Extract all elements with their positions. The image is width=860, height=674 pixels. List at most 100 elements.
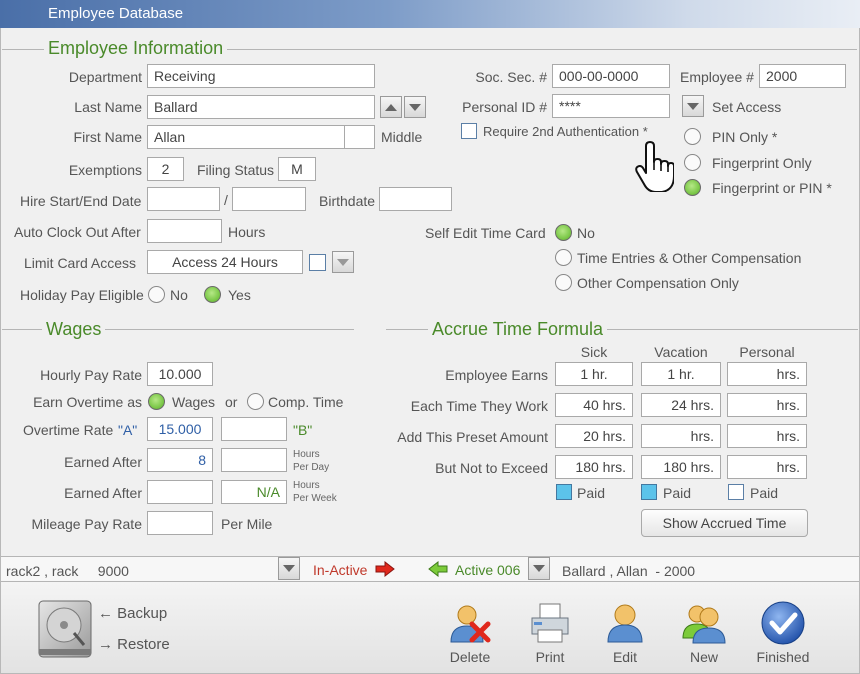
accrue-sick-field[interactable]: 40 hrs.: [555, 393, 633, 417]
require-2nd-auth-checkbox[interactable]: [461, 123, 477, 139]
chevron-down-icon: [687, 102, 699, 110]
accrue-vacation-field[interactable]: hrs.: [641, 424, 721, 448]
arrow-up-icon: [385, 103, 397, 111]
hire-end-field[interactable]: [232, 187, 306, 211]
arrow-right-icon[interactable]: [375, 561, 395, 577]
first-name-label: First Name: [73, 129, 142, 145]
personal-id-field[interactable]: ****: [552, 94, 670, 118]
ssn-label: Soc. Sec. #: [475, 69, 547, 85]
holiday-yes-label: Yes: [228, 287, 251, 303]
arrow-left-icon[interactable]: [428, 561, 448, 577]
backup-button[interactable]: ← Backup: [98, 605, 167, 623]
paid-label: Paid: [750, 485, 779, 501]
print-button[interactable]: Print: [520, 602, 580, 665]
auth-option-label: Fingerprint or PIN *: [712, 180, 832, 196]
printer-icon: [531, 603, 569, 643]
restore-label: Restore: [117, 636, 170, 653]
department-field[interactable]: Receiving: [147, 64, 375, 88]
hourly-rate-field[interactable]: 10.000: [147, 362, 213, 386]
hire-date-separator: /: [224, 192, 228, 208]
birthdate-field[interactable]: [379, 187, 452, 211]
edit-user-icon: [607, 604, 643, 643]
earned-after-week-a-field[interactable]: [147, 480, 213, 504]
first-name-field[interactable]: Allan: [147, 125, 345, 149]
hand-pointer-icon: [635, 141, 674, 192]
auth-fingerprint-or-pin-radio[interactable]: [684, 179, 701, 196]
auto-clock-hours-label: Hours: [228, 224, 266, 240]
overtime-comp-time-radio[interactable]: [247, 393, 264, 410]
accrue-personal-field[interactable]: hrs.: [727, 455, 807, 479]
hours-per-week-label: Hours: [293, 480, 320, 491]
holiday-no-radio[interactable]: [148, 286, 165, 303]
status-left-dropdown[interactable]: [278, 557, 300, 580]
accrue-row-label: Employee Earns: [445, 367, 548, 383]
accrue-sick-field[interactable]: 20 hrs.: [555, 424, 633, 448]
accrue-vacation-field[interactable]: 180 hrs.: [641, 455, 721, 479]
employee-number-field[interactable]: 2000: [759, 64, 846, 88]
set-access-dropdown[interactable]: [682, 95, 704, 117]
auth-fingerprint-only-radio[interactable]: [684, 154, 701, 171]
overtime-wages-radio[interactable]: [148, 393, 165, 410]
accrue-personal-field[interactable]: hrs.: [727, 393, 807, 417]
limit-card-access-checkbox[interactable]: [309, 254, 326, 271]
earned-after-day-a-field[interactable]: 8: [147, 448, 213, 472]
require-2nd-auth-label: Require 2nd Authentication *: [483, 124, 648, 139]
overtime-or-label: or: [225, 394, 238, 410]
delete-button[interactable]: Delete: [440, 602, 500, 665]
backup-label: Backup: [117, 605, 168, 622]
mileage-rate-field[interactable]: [147, 511, 213, 535]
record-up-button[interactable]: [380, 96, 402, 118]
accrue-row-label: Add This Preset Amount: [397, 429, 548, 445]
filing-status-field[interactable]: M: [278, 157, 316, 181]
accrue-vacation-field[interactable]: 24 hrs.: [641, 393, 721, 417]
edit-button[interactable]: Edit: [595, 602, 655, 665]
accrue-row-label: But Not to Exceed: [435, 460, 548, 476]
self-edit-time-entries-radio[interactable]: [555, 249, 572, 266]
hourly-rate-label: Hourly Pay Rate: [40, 367, 142, 383]
limit-card-access-dropdown[interactable]: [332, 251, 354, 273]
finished-label: Finished: [756, 649, 810, 665]
new-button[interactable]: New: [674, 602, 734, 665]
last-name-field[interactable]: Ballard: [147, 95, 375, 119]
restore-button[interactable]: → Restore: [98, 636, 170, 654]
record-down-button[interactable]: [404, 96, 426, 118]
accrue-personal-field[interactable]: hrs.: [727, 424, 807, 448]
self-edit-option-label: Time Entries & Other Compensation: [577, 250, 802, 266]
overtime-rate-a-field[interactable]: 15.000: [147, 417, 213, 441]
set-access-label[interactable]: Set Access: [712, 98, 781, 116]
status-right-dropdown[interactable]: [528, 557, 550, 580]
birthdate-label: Birthdate: [319, 193, 376, 209]
auth-pin-only-radio[interactable]: [684, 128, 701, 145]
self-edit-other-comp-radio[interactable]: [555, 274, 572, 291]
accrue-column-header: Vacation: [654, 344, 708, 360]
middle-initial-field[interactable]: [344, 125, 375, 149]
earned-after-day-b-field[interactable]: [221, 448, 287, 472]
accrue-sick-field[interactable]: 1 hr.: [555, 362, 633, 386]
accrue-sick-field[interactable]: 180 hrs.: [555, 455, 633, 479]
sick-paid-checkbox[interactable]: [556, 484, 572, 500]
self-edit-no-radio[interactable]: [555, 224, 572, 241]
ssn-field[interactable]: 000-00-0000: [552, 64, 670, 88]
vacation-paid-checkbox[interactable]: [641, 484, 657, 500]
accrue-vacation-field[interactable]: 1 hr.: [641, 362, 721, 386]
inactive-label[interactable]: In-Active: [313, 561, 367, 579]
exemptions-field[interactable]: 2: [147, 157, 184, 181]
auth-option-label: PIN Only *: [712, 129, 778, 145]
overtime-as-label: Earn Overtime as: [33, 394, 142, 410]
hire-start-field[interactable]: [147, 187, 220, 211]
limit-card-access-field[interactable]: Access 24 Hours: [147, 250, 303, 274]
chevron-down-icon: [283, 565, 295, 572]
checkmark-icon: [761, 601, 805, 645]
overtime-a-label: "A": [118, 422, 138, 438]
auto-clock-out-field[interactable]: [147, 219, 222, 243]
finished-button[interactable]: Finished: [748, 600, 818, 665]
hard-drive-icon[interactable]: [36, 599, 94, 659]
active-label[interactable]: Active 006: [455, 561, 520, 579]
earned-after-week-b-field[interactable]: N/A: [221, 480, 287, 504]
show-accrued-time-button[interactable]: Show Accrued Time: [641, 509, 808, 537]
personal-paid-checkbox[interactable]: [728, 484, 744, 500]
overtime-rate-b-field[interactable]: [221, 417, 287, 441]
accrue-personal-field[interactable]: hrs.: [727, 362, 807, 386]
holiday-yes-radio[interactable]: [204, 286, 221, 303]
arrow-down-icon: [409, 103, 421, 111]
